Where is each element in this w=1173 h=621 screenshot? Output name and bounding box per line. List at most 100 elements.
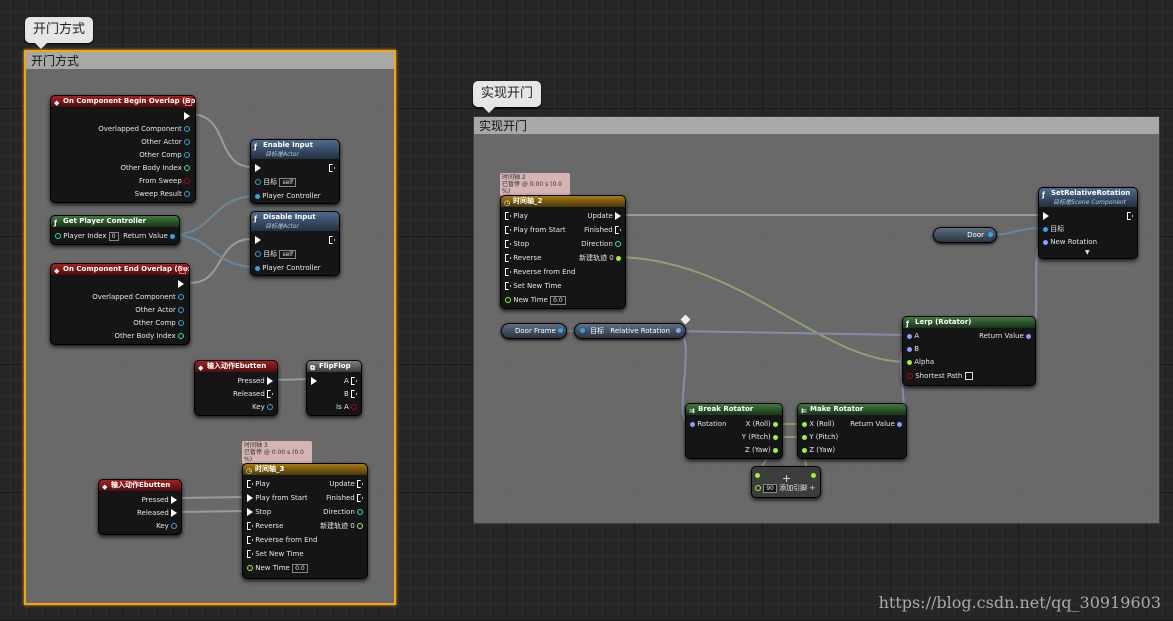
comment-title[interactable]: 实现开门 [474,117,1159,134]
exec-in-pin[interactable] [311,376,317,386]
pin-connector[interactable] [773,447,778,453]
pin-connector[interactable] [907,346,912,352]
exec-out-pin[interactable] [171,496,177,504]
pin-connector[interactable] [907,373,913,379]
node-disable-input[interactable]: ƒ Disable Input 目标是Actor 目标 self Player Co… [250,211,340,276]
node-end-overlap[interactable]: ◆ On Component End Overlap (Box) Overlapp… [50,263,190,345]
exec-in-pin[interactable] [505,282,511,290]
pin-connector[interactable] [267,404,273,410]
pin-connector[interactable] [170,233,175,239]
pin-connector[interactable] [184,126,190,132]
node-timeline-3[interactable]: ◷ 时间轴_3 Play Play from Start Stop Reverse… [242,463,368,579]
pin-connector[interactable] [184,191,190,197]
exec-in-pin[interactable] [247,536,253,544]
exec-out-pin[interactable] [178,279,184,289]
pin-connector[interactable] [616,255,621,261]
exec-out-pin[interactable] [351,377,357,385]
pin-connector[interactable] [802,421,807,427]
pin-connector[interactable] [773,434,778,440]
node-input-action-ebutton-2[interactable]: ◆ 输入动作Ebutten Pressed Released Key [98,479,182,535]
node-input-action-ebutton-1[interactable]: ◆ 输入动作Ebutten Pressed Released Key [194,360,278,416]
exec-out-pin[interactable] [329,163,335,173]
pin-connector[interactable] [558,328,563,333]
exec-out-pin[interactable] [351,390,357,398]
pin-connector[interactable] [907,333,912,339]
exec-out-pin[interactable] [267,390,273,398]
exec-out-pin[interactable] [615,212,621,220]
pin-connector[interactable] [55,233,61,239]
pin-connector[interactable] [184,165,190,171]
pin-connector[interactable] [171,523,177,529]
player-index-input[interactable]: 0 [108,231,119,241]
pin-connector[interactable] [357,509,363,515]
exec-out-pin[interactable] [171,509,177,517]
self-value[interactable]: self [279,249,297,259]
pin-connector[interactable] [676,328,681,333]
pin-connector[interactable] [255,179,261,185]
exec-in-pin[interactable] [255,235,261,245]
variable-door[interactable]: Door [933,227,997,243]
variable-door-frame[interactable]: Door Frame [501,323,567,339]
new-time-input[interactable]: 0.0 [550,295,566,305]
pin-connector[interactable] [184,178,190,184]
pin-connector[interactable] [178,333,184,339]
node-break-rotator[interactable]: ⇉ Break Rotator Rotation X (Roll) Y (Pitc… [685,403,783,459]
pin-connector[interactable] [184,139,190,145]
pin-connector[interactable] [255,193,260,199]
comment-bubble-1[interactable]: 开门方式 [25,17,94,49]
node-add-float[interactable]: + 90 添加引脚 + [751,466,821,498]
delegate-pin[interactable] [185,99,192,106]
node-timeline-2[interactable]: ◷ 时间轴_2 Play Play from Start Stop Reverse… [500,195,626,309]
exec-in-pin[interactable] [1043,211,1049,221]
exec-in-pin[interactable] [255,163,261,173]
shortest-path-checkbox[interactable] [964,372,973,380]
pin-connector[interactable] [357,523,363,529]
comment-bubble-2[interactable]: 实现开门 [473,81,542,113]
pin-connector[interactable] [178,294,184,300]
pin-connector[interactable] [1043,239,1048,245]
pin-connector[interactable] [1043,226,1048,232]
pin-connector[interactable] [907,359,912,365]
pin-connector[interactable] [351,404,357,410]
exec-in-pin[interactable] [247,550,253,558]
pin-connector[interactable] [615,241,621,247]
pin-connector[interactable] [255,265,260,271]
exec-in-pin[interactable] [505,254,511,262]
exec-out-pin[interactable] [329,235,335,245]
exec-in-pin[interactable] [505,226,511,234]
pin-connector[interactable] [255,251,261,257]
node-lerp-rotator[interactable]: ƒ Lerp (Rotator) A B Alpha Shortest Path … [902,316,1036,386]
node-get-player-controller[interactable]: ƒ Get Player Controller Player Index 0 Re… [50,215,180,245]
pin-connector[interactable] [178,320,184,326]
pin-connector[interactable] [802,434,807,440]
comment-title[interactable]: 开门方式 [26,52,394,69]
exec-in-pin[interactable] [505,240,511,248]
exec-out-pin[interactable] [357,480,363,488]
add-pin-icon[interactable]: + [809,484,815,492]
node-make-rotator[interactable]: ⇇ Make Rotator X (Roll) Y (Pitch) Z (Yaw)… [797,403,907,459]
expand-arrow-icon[interactable]: ▼ [1085,248,1090,258]
add-pin-label[interactable]: 添加引脚 [779,484,807,492]
pin-connector[interactable] [247,565,253,571]
pin-connector[interactable] [773,421,778,427]
node-enable-input[interactable]: ƒ Enable Input 目标是Actor 目标 self Player Con… [250,139,340,204]
pin-connector[interactable] [178,307,184,313]
exec-in-pin[interactable] [247,494,253,502]
pin-connector[interactable] [505,297,511,303]
pin-connector[interactable] [690,421,695,427]
add-value-input[interactable]: 90 [763,483,777,493]
pin-connector[interactable] [755,485,761,491]
exec-in-pin[interactable] [247,480,253,488]
node-begin-overlap[interactable]: ◆ On Component Begin Overlap (Box) Overla… [50,95,196,203]
delegate-pin[interactable] [179,267,186,274]
exec-in-pin[interactable] [505,212,511,220]
exec-in-pin[interactable] [247,522,253,530]
pin-connector[interactable] [1026,333,1031,339]
pin-connector[interactable] [811,470,816,480]
get-relative-rotation[interactable]: 目标 Relative Rotation [574,323,686,339]
node-flipflop[interactable]: ⧉ FlipFlop A B Is A [306,360,362,416]
exec-out-pin[interactable] [357,494,363,502]
comment-box-open-door[interactable]: 实现开门 [473,116,1160,524]
exec-in-pin[interactable] [247,508,253,516]
pin-connector[interactable] [755,470,760,480]
